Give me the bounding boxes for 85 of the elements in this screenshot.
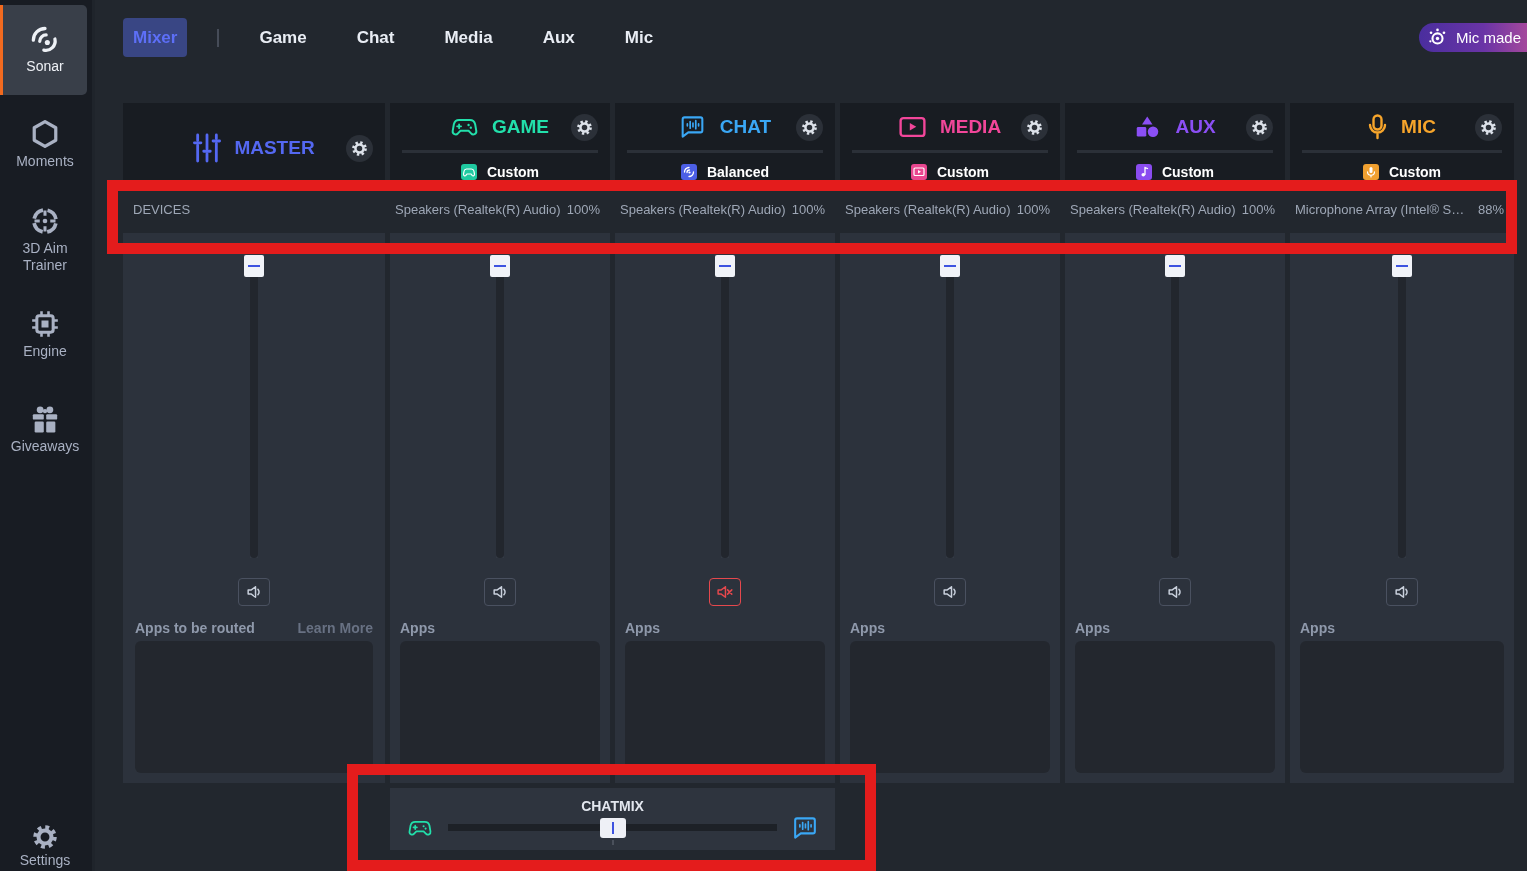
mute-button[interactable]	[1386, 578, 1418, 606]
device-name[interactable]: Speakers (Realtek(R) Audio)	[845, 201, 1013, 217]
channel-settings-button[interactable]	[346, 134, 373, 162]
speaker-icon	[1395, 586, 1409, 598]
sidebar-item[interactable]: Sonar	[0, 5, 87, 95]
channel-name: AUX	[1175, 116, 1216, 138]
hexagon-icon	[31, 120, 59, 148]
device-level: 88%	[1477, 201, 1504, 217]
channel-settings-button[interactable]	[571, 113, 598, 141]
play-icon	[898, 116, 926, 138]
settings-icon	[1481, 119, 1496, 135]
device-name[interactable]: Speakers (Realtek(R) Audio)	[395, 201, 563, 217]
speaker-icon	[943, 586, 957, 598]
device-name[interactable]: Speakers (Realtek(R) Audio)	[1070, 201, 1238, 217]
apps-label: Apps	[1300, 620, 1335, 636]
apps-label: Apps to be routed	[135, 620, 255, 636]
target-icon	[1427, 28, 1447, 47]
apps-label: Apps	[1075, 620, 1110, 636]
device-level: 100%	[1241, 201, 1275, 217]
settings-icon	[352, 140, 367, 156]
slider-thumb[interactable]	[490, 255, 510, 277]
sliders-icon	[193, 133, 222, 163]
sidebar-item[interactable]: Giveaways	[0, 385, 87, 475]
speaker-icon	[247, 586, 261, 598]
preset-button[interactable]: Custom	[1362, 163, 1442, 180]
speaker-icon	[493, 586, 507, 598]
sidebar-item[interactable]: 3D Aim Trainer	[0, 195, 87, 285]
slider-thumb[interactable]	[940, 255, 960, 277]
preset-button[interactable]: Custom	[910, 163, 990, 180]
tab[interactable]: Media	[434, 18, 503, 57]
chip-icon	[31, 310, 59, 338]
microphone-icon	[1368, 114, 1388, 140]
channel-settings-button[interactable]	[796, 113, 823, 141]
devices-label: DEVICES	[133, 201, 192, 217]
preset-button[interactable]: Custom	[460, 163, 540, 180]
mute-button[interactable]	[934, 578, 966, 606]
mic-made-button[interactable]: Mic made	[1418, 23, 1527, 52]
settings-icon	[1252, 119, 1267, 135]
slider-thumb[interactable]	[715, 255, 735, 277]
channel-name: CHAT	[719, 116, 772, 138]
settings-icon	[577, 119, 592, 135]
device-level: 100%	[566, 201, 600, 217]
tab[interactable]: Aux	[532, 18, 585, 57]
sidebar-item[interactable]: Moments	[0, 100, 87, 190]
mute-button[interactable]	[709, 578, 741, 606]
sidebar-item[interactable]: Engine	[0, 290, 87, 380]
channel-settings-button[interactable]	[1246, 113, 1273, 141]
tab[interactable]: Mic	[614, 18, 664, 57]
device-name[interactable]: Microphone Array (Intel® S…	[1295, 201, 1474, 217]
channel-settings-button[interactable]	[1475, 113, 1502, 141]
device-name[interactable]: Speakers (Realtek(R) Audio)	[620, 201, 788, 217]
gamepad-icon	[451, 116, 478, 138]
slider-thumb[interactable]	[599, 818, 626, 838]
sidebar-item[interactable]: Settings	[0, 825, 87, 871]
slider-thumb[interactable]	[244, 255, 264, 277]
device-level: 100%	[1016, 201, 1050, 217]
channel-name: MASTER	[234, 137, 315, 159]
device-level: 100%	[791, 201, 825, 217]
settings-icon	[33, 825, 57, 849]
crosshair-icon	[31, 206, 59, 235]
speaker-muted-icon	[717, 586, 733, 598]
apps-label: Apps	[400, 620, 435, 636]
gift-icon	[31, 405, 59, 433]
mute-button[interactable]	[484, 578, 516, 606]
preset-button[interactable]: Balanced	[680, 163, 770, 180]
preset-button[interactable]: Custom	[1135, 163, 1215, 180]
apps-label: Apps	[625, 620, 660, 636]
chat-bubble-icon	[793, 817, 817, 839]
settings-icon	[1027, 119, 1042, 135]
channel-name: MIC	[1401, 116, 1436, 138]
settings-icon	[802, 119, 817, 135]
tab[interactable]: Game	[249, 18, 317, 57]
channel-name: MEDIA	[939, 116, 1002, 138]
waves-icon	[31, 25, 59, 53]
mute-button[interactable]	[1159, 578, 1191, 606]
chatmix-label: CHATMIX	[581, 798, 644, 815]
channel-name: GAME	[492, 116, 549, 138]
mute-button[interactable]	[238, 578, 270, 606]
gamepad-icon	[408, 818, 432, 838]
apps-label: Apps	[850, 620, 885, 636]
slider-thumb[interactable]	[1392, 255, 1412, 277]
tab[interactable]: Chat	[346, 18, 405, 57]
slider-thumb[interactable]	[1165, 255, 1185, 277]
channel-settings-button[interactable]	[1021, 113, 1048, 141]
speaker-icon	[1168, 586, 1182, 598]
